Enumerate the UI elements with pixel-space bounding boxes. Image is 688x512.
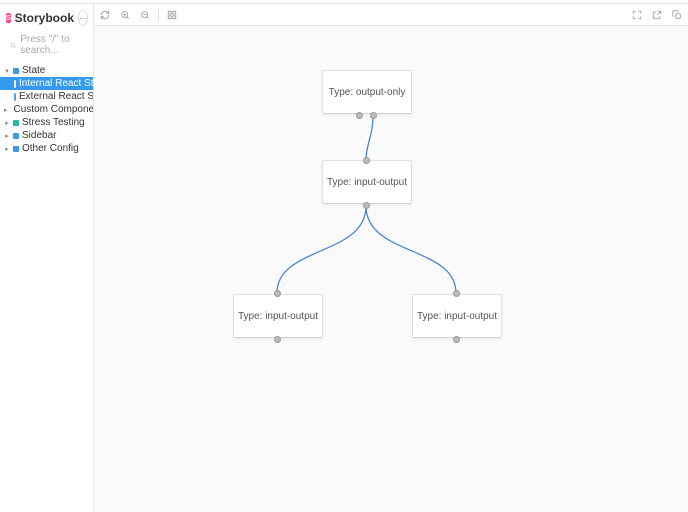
edge (366, 206, 456, 293)
chevron-down-icon: ▾ (4, 67, 10, 75)
edge (366, 116, 373, 160)
tree-item-sidebar[interactable]: ▸ Sidebar (0, 129, 93, 142)
document-icon (14, 80, 16, 88)
flow-node[interactable]: Type: input-output (233, 294, 323, 338)
port-icon[interactable] (274, 290, 281, 297)
tree-item-custom[interactable]: ▸ Custom Components (0, 103, 93, 116)
document-icon (14, 93, 16, 101)
fullscreen-icon[interactable] (632, 10, 642, 20)
port-icon[interactable] (356, 112, 363, 119)
folder-icon (13, 68, 19, 74)
search-input[interactable]: Press "/" to search... (6, 32, 87, 58)
tree-label: Internal React State (19, 78, 93, 89)
folder-icon (13, 146, 19, 152)
port-icon[interactable] (363, 157, 370, 164)
sync-icon[interactable] (100, 10, 110, 20)
tree-label: External React State (19, 91, 93, 102)
toolbar (94, 4, 688, 26)
tree-label: Custom Components (14, 104, 93, 115)
main-panel: Type: output-only Type: input-output Type:… (94, 4, 688, 512)
flow-canvas[interactable]: Type: output-only Type: input-output Type:… (94, 26, 688, 512)
tree-label: State (22, 65, 45, 76)
storybook-logo-icon: S (6, 13, 11, 23)
brand-title: Storybook (15, 11, 74, 25)
chevron-right-icon: ▸ (4, 132, 10, 140)
node-label: Type: output-only (329, 87, 406, 98)
tree-item-stress[interactable]: ▸ Stress Testing (0, 116, 93, 129)
flow-node[interactable]: Type: input-output (322, 160, 412, 204)
tree-label: Stress Testing (22, 117, 85, 128)
search-icon (10, 41, 16, 50)
copy-link-icon[interactable] (672, 10, 682, 20)
nav-tree: ▾ State Internal React State External Re… (0, 64, 93, 155)
node-label: Type: input-output (417, 311, 497, 322)
zoom-in-icon[interactable] (120, 10, 130, 20)
edge (277, 206, 366, 293)
sidebar: S Storybook ⋯ Press "/" to search... ▾ S… (0, 4, 94, 512)
chevron-right-icon: ▸ (4, 119, 10, 127)
zoom-out-icon[interactable] (140, 10, 150, 20)
tree-label: Other Config (22, 143, 79, 154)
port-icon[interactable] (453, 336, 460, 343)
open-external-icon[interactable] (652, 10, 662, 20)
grid-icon[interactable] (167, 10, 177, 20)
sidebar-menu-button[interactable]: ⋯ (78, 10, 88, 26)
folder-icon (13, 120, 19, 126)
tree-item-internal[interactable]: Internal React State (0, 77, 93, 90)
folder-icon (13, 133, 19, 139)
search-placeholder: Press "/" to search... (20, 34, 83, 56)
port-icon[interactable] (363, 202, 370, 209)
tree-item-state[interactable]: ▾ State (0, 64, 93, 77)
port-icon[interactable] (370, 112, 377, 119)
node-label: Type: input-output (327, 177, 407, 188)
tree-label: Sidebar (22, 130, 56, 141)
flow-node[interactable]: Type: output-only (322, 70, 412, 114)
flow-node[interactable]: Type: input-output (412, 294, 502, 338)
node-label: Type: input-output (238, 311, 318, 322)
toolbar-separator (158, 8, 159, 22)
tree-item-external[interactable]: External React State (0, 90, 93, 103)
tree-item-other[interactable]: ▸ Other Config (0, 142, 93, 155)
sidebar-header: S Storybook ⋯ (0, 4, 93, 30)
port-icon[interactable] (453, 290, 460, 297)
chevron-right-icon: ▸ (4, 145, 10, 153)
port-icon[interactable] (274, 336, 281, 343)
chevron-right-icon: ▸ (4, 106, 8, 114)
